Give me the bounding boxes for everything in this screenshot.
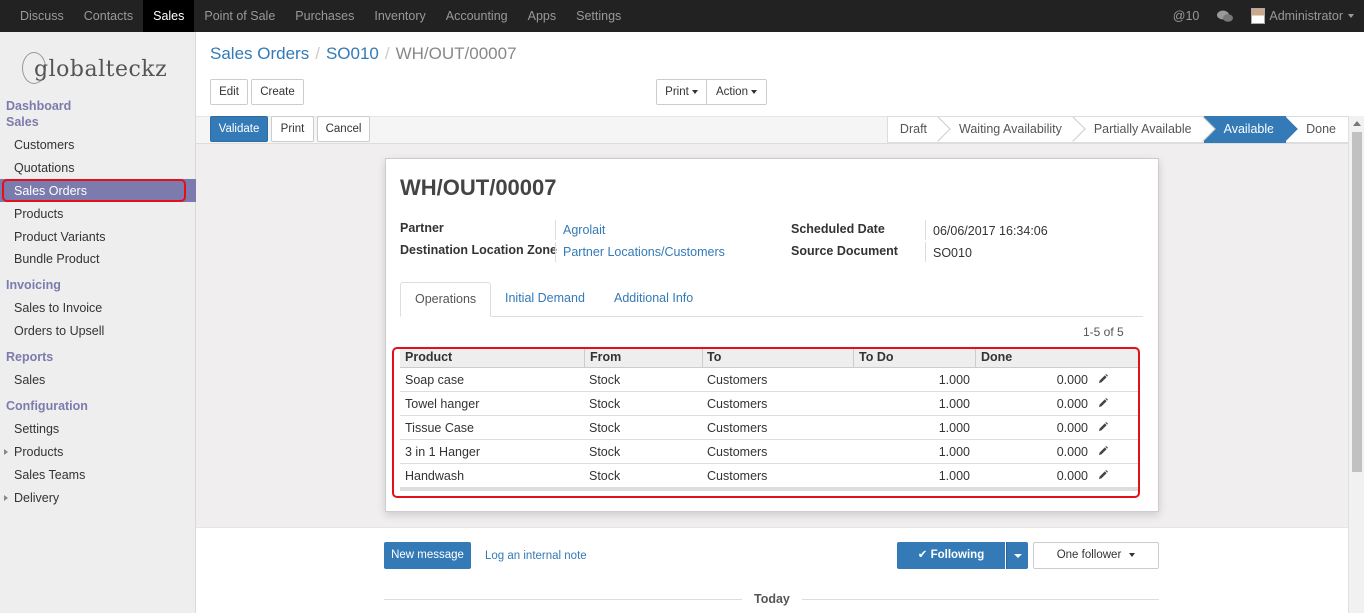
- chevron-down-icon: [1348, 14, 1354, 18]
- followers-label: One follower: [1056, 549, 1122, 561]
- breadcrumb-so010[interactable]: SO010: [326, 44, 379, 63]
- sidebar-item-products[interactable]: Products: [14, 207, 63, 221]
- breadcrumb: Sales Orders / SO010 / WH/OUT/00007: [210, 44, 517, 64]
- field-divider: [555, 220, 556, 240]
- sidebar-item-reports-sales[interactable]: Sales: [14, 373, 45, 387]
- chevron-down-icon: [1129, 553, 1136, 557]
- edit-button[interactable]: Edit: [210, 79, 248, 105]
- expand-caret-icon[interactable]: [4, 449, 8, 455]
- cancel-button[interactable]: Cancel: [317, 116, 370, 142]
- sidebar-item-sales-to-invoice[interactable]: Sales to Invoice: [14, 301, 102, 315]
- menu-inventory[interactable]: Inventory: [364, 0, 435, 32]
- log-note-link[interactable]: Log an internal note: [485, 550, 587, 562]
- breadcrumb-separator: /: [384, 44, 390, 63]
- stage-pipeline: Draft Waiting Availability Partially Ava…: [886, 116, 1348, 143]
- user-menu[interactable]: Administrator: [1251, 8, 1354, 24]
- date-separator-label: Today: [742, 592, 802, 606]
- user-area: @10 Administrator: [1155, 0, 1354, 32]
- avatar: [1251, 8, 1266, 24]
- menu-discuss[interactable]: Discuss: [10, 0, 74, 32]
- partner-label: Partner: [400, 221, 444, 235]
- sidebar-dashboard[interactable]: Dashboard: [6, 99, 71, 113]
- source-document-label: Source Document: [791, 244, 898, 258]
- stage-label: Waiting Availability: [959, 122, 1062, 136]
- breadcrumb-sales-orders[interactable]: Sales Orders: [210, 44, 309, 63]
- partner-link[interactable]: Agrolait: [563, 223, 605, 237]
- user-name: Administrator: [1269, 9, 1343, 23]
- mentions-counter[interactable]: @10: [1173, 9, 1200, 23]
- breadcrumb-separator: /: [315, 44, 320, 63]
- highlight-box-operations: [392, 347, 1140, 498]
- stage-draft[interactable]: Draft: [886, 116, 951, 143]
- validate-button[interactable]: Validate: [210, 116, 268, 142]
- new-message-button[interactable]: New message: [384, 542, 471, 569]
- destination-label: Destination Location Zone: [400, 243, 557, 257]
- create-button[interactable]: Create: [251, 79, 304, 105]
- stage-label: Draft: [899, 122, 928, 136]
- breadcrumb-current: WH/OUT/00007: [395, 44, 517, 63]
- sidebar-item-sales-teams[interactable]: Sales Teams: [14, 468, 85, 482]
- field-divider: [925, 242, 926, 262]
- sidebar-item-delivery[interactable]: Delivery: [14, 491, 59, 505]
- tab-additional-info[interactable]: Additional Info: [600, 282, 707, 317]
- sidebar-item-product-variants[interactable]: Product Variants: [14, 230, 105, 244]
- tab-initial-demand[interactable]: Initial Demand: [491, 282, 599, 317]
- expand-caret-icon[interactable]: [4, 495, 8, 501]
- chevron-down-icon: [750, 90, 757, 94]
- menu-settings[interactable]: Settings: [566, 0, 631, 32]
- menu-accounting[interactable]: Accounting: [436, 0, 518, 32]
- source-document-value: SO010: [933, 246, 972, 260]
- app-menu: Discuss Contacts Sales Point of Sale Pur…: [10, 0, 631, 32]
- field-divider: [925, 220, 926, 240]
- menu-apps[interactable]: Apps: [518, 0, 567, 32]
- stage-label: Available: [1223, 122, 1275, 136]
- sidebar: globalteckz Dashboard Sales Customers Qu…: [0, 32, 196, 613]
- sidebar-item-orders-to-upsell[interactable]: Orders to Upsell: [14, 324, 104, 338]
- print-button[interactable]: Print: [271, 116, 314, 142]
- stage-label: Partially Available: [1093, 122, 1192, 136]
- action-dropdown[interactable]: Action: [706, 79, 767, 105]
- scheduled-date-label: Scheduled Date: [791, 222, 885, 236]
- sidebar-item-settings[interactable]: Settings: [14, 422, 59, 436]
- sidebar-item-bundle-product[interactable]: Bundle Product: [14, 252, 99, 266]
- company-logo: globalteckz: [22, 52, 167, 84]
- chevron-down-icon: [1014, 554, 1022, 558]
- menu-contacts[interactable]: Contacts: [74, 0, 143, 32]
- logo-text: globalteckz: [34, 57, 168, 82]
- followers-dropdown[interactable]: One follower: [1033, 542, 1159, 569]
- top-navbar: Discuss Contacts Sales Point of Sale Pur…: [0, 0, 1364, 32]
- tab-operations[interactable]: Operations: [400, 282, 492, 317]
- sidebar-head-invoicing[interactable]: Invoicing: [6, 278, 61, 292]
- highlight-box-sales-orders: [2, 179, 186, 202]
- menu-sales[interactable]: Sales: [143, 0, 195, 32]
- sidebar-head-configuration[interactable]: Configuration: [6, 399, 88, 413]
- action-dropdown-label: Action: [716, 86, 748, 98]
- sidebar-item-quotations[interactable]: Quotations: [14, 161, 74, 175]
- sidebar-head-sales[interactable]: Sales: [6, 115, 39, 129]
- sidebar-item-config-products[interactable]: Products: [14, 445, 63, 459]
- following-dropdown-toggle[interactable]: [1006, 542, 1028, 569]
- document-title: WH/OUT/00007: [400, 175, 557, 200]
- print-dropdown-label: Print: [665, 86, 689, 98]
- following-button[interactable]: ✔ Following: [897, 542, 1005, 569]
- field-divider: [555, 242, 556, 262]
- destination-link[interactable]: Partner Locations/Customers: [563, 245, 725, 259]
- stage-available[interactable]: Available: [1203, 116, 1298, 143]
- sidebar-head-reports[interactable]: Reports: [6, 350, 53, 364]
- scroll-up-icon[interactable]: [1353, 121, 1361, 126]
- chevron-down-icon: [691, 90, 698, 94]
- chatter-separator: [196, 527, 1348, 528]
- print-dropdown[interactable]: Print: [656, 79, 707, 105]
- scrollbar-thumb[interactable]: [1352, 132, 1362, 472]
- menu-purchases[interactable]: Purchases: [285, 0, 364, 32]
- stage-waiting-availability[interactable]: Waiting Availability: [939, 116, 1086, 143]
- stage-label: Done: [1306, 122, 1336, 136]
- pager[interactable]: 1-5 of 5: [1083, 325, 1124, 339]
- scheduled-date-value: 06/06/2017 16:34:06: [933, 224, 1048, 238]
- scrollbar[interactable]: [1348, 116, 1364, 613]
- menu-point-of-sale[interactable]: Point of Sale: [194, 0, 285, 32]
- chat-bubbles-icon[interactable]: [1217, 10, 1234, 23]
- stage-partially-available[interactable]: Partially Available: [1073, 116, 1216, 143]
- sidebar-item-customers[interactable]: Customers: [14, 138, 74, 152]
